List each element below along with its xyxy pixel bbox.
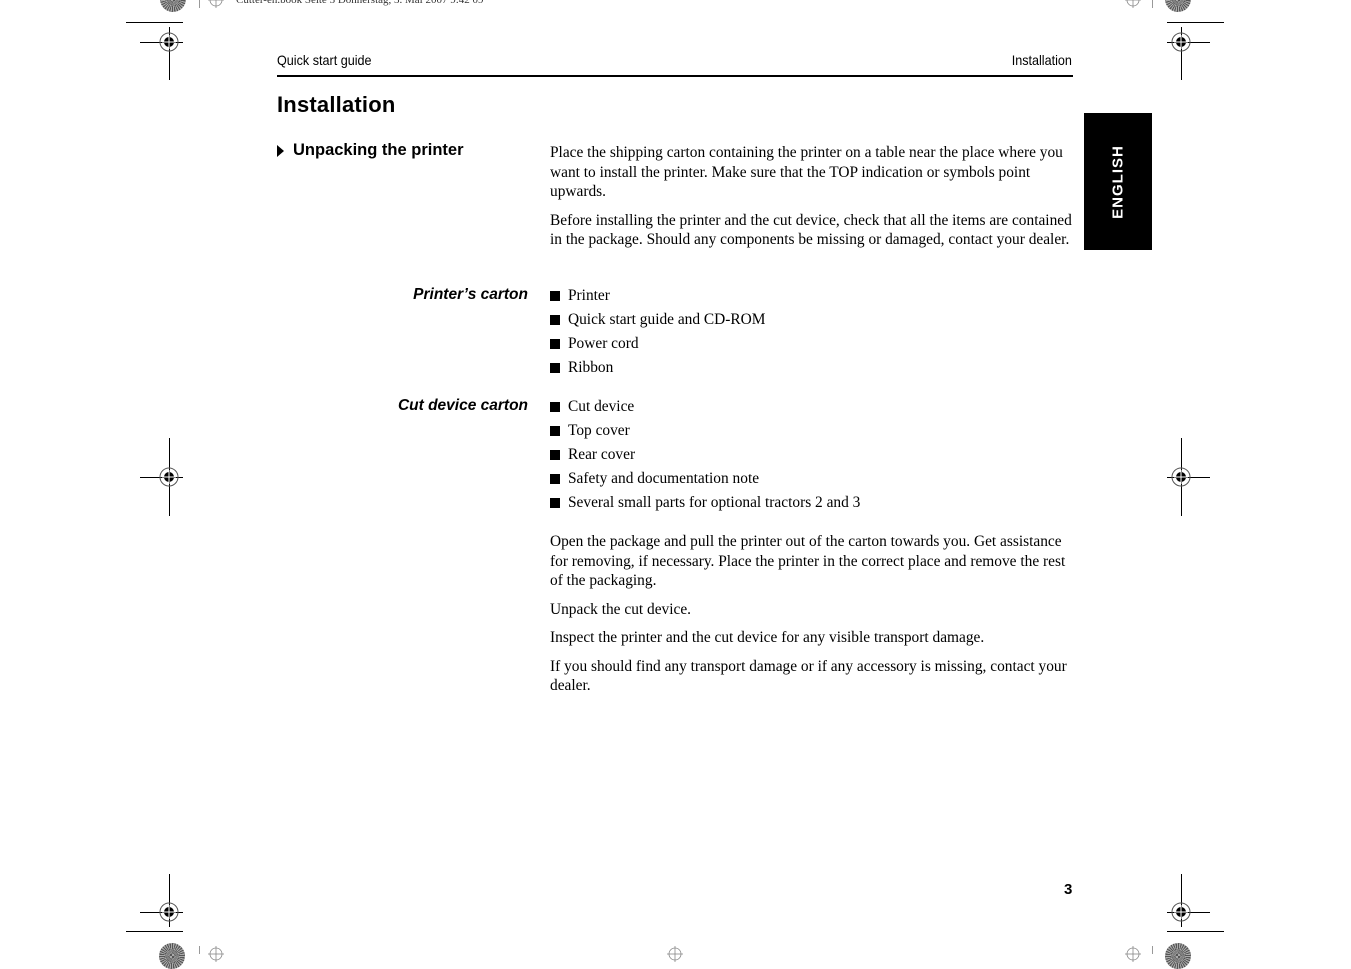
crop-mark xyxy=(1167,22,1224,23)
registration-mark-icon xyxy=(1171,467,1191,487)
language-tab: ENGLISH xyxy=(1084,113,1152,250)
list-item: Ribbon xyxy=(550,356,766,380)
section-title: Unpacking the printer xyxy=(293,141,464,159)
page-number: 3 xyxy=(1064,881,1073,898)
bullet-square-icon xyxy=(550,498,560,508)
list-item: Several small parts for optional tractor… xyxy=(550,491,860,515)
language-tab-label: ENGLISH xyxy=(1109,144,1127,219)
list-item: Cut device xyxy=(550,395,860,419)
cut-device-carton-list: Cut device Top cover Rear cover Safety a… xyxy=(550,395,860,515)
intro-text: Place the shipping carton containing the… xyxy=(550,143,1076,250)
paragraph: If you should find any transport damage … xyxy=(550,657,1067,695)
bullet-square-icon xyxy=(550,474,560,484)
small-registration-icon xyxy=(208,946,224,962)
small-registration-icon xyxy=(667,946,683,962)
crop-mark xyxy=(126,22,183,23)
paragraph: Unpack the cut device. xyxy=(550,600,692,618)
bullet-square-icon xyxy=(550,291,560,301)
list-item: Quick start guide and CD-ROM xyxy=(550,308,766,332)
triangle-right-icon xyxy=(277,145,284,157)
printers-carton-label: Printer’s carton xyxy=(413,286,528,303)
color-bar-disc-icon xyxy=(1165,0,1191,12)
section-heading: Unpacking the printer xyxy=(277,141,464,160)
bullet-square-icon xyxy=(550,315,560,325)
paragraph: Before installing the printer and the cu… xyxy=(550,211,1072,249)
small-registration-icon xyxy=(1125,946,1141,962)
trim-mark xyxy=(199,946,200,954)
trim-mark xyxy=(1152,946,1153,954)
bullet-square-icon xyxy=(550,450,560,460)
printers-carton-list: Printer Quick start guide and CD-ROM Pow… xyxy=(550,284,766,380)
page-title: Installation xyxy=(277,92,396,117)
crop-mark xyxy=(1167,931,1224,932)
color-bar-disc-icon xyxy=(160,0,186,12)
color-bar-disc-icon xyxy=(159,943,185,969)
small-registration-icon xyxy=(208,0,224,8)
bullet-square-icon xyxy=(550,402,560,412)
list-item: Top cover xyxy=(550,419,860,443)
bullet-square-icon xyxy=(550,339,560,349)
trim-mark xyxy=(1152,0,1153,8)
trim-mark xyxy=(199,0,200,8)
paragraph: Inspect the printer and the cut device f… xyxy=(550,629,985,646)
bullet-square-icon xyxy=(550,363,560,373)
small-registration-icon xyxy=(1125,0,1141,8)
paragraph: Open the package and pull the printer ou… xyxy=(550,533,1066,589)
registration-mark-icon xyxy=(159,467,179,487)
cut-device-carton-label: Cut device carton xyxy=(397,397,528,414)
header-rule xyxy=(277,75,1073,77)
list-item: Printer xyxy=(550,284,766,308)
list-item: Power cord xyxy=(550,332,766,356)
color-bar-disc-icon xyxy=(1165,943,1191,969)
registration-mark-icon xyxy=(159,902,179,922)
crop-mark xyxy=(126,931,183,932)
print-slug: Cutter-en.book Seite 3 Donnerstag, 3. Ma… xyxy=(236,0,484,6)
registration-mark-icon xyxy=(159,32,179,52)
list-item: Safety and documentation note xyxy=(550,467,860,491)
running-header-left: Quick start guide xyxy=(277,52,372,68)
bullet-square-icon xyxy=(550,426,560,436)
paragraph: Place the shipping carton containing the… xyxy=(550,144,1063,200)
running-header-right: Installation xyxy=(1011,52,1072,68)
registration-mark-icon xyxy=(1171,32,1191,52)
registration-mark-icon xyxy=(1171,902,1191,922)
list-item: Rear cover xyxy=(550,443,860,467)
closing-text: Open the package and pull the printer ou… xyxy=(550,532,1076,696)
